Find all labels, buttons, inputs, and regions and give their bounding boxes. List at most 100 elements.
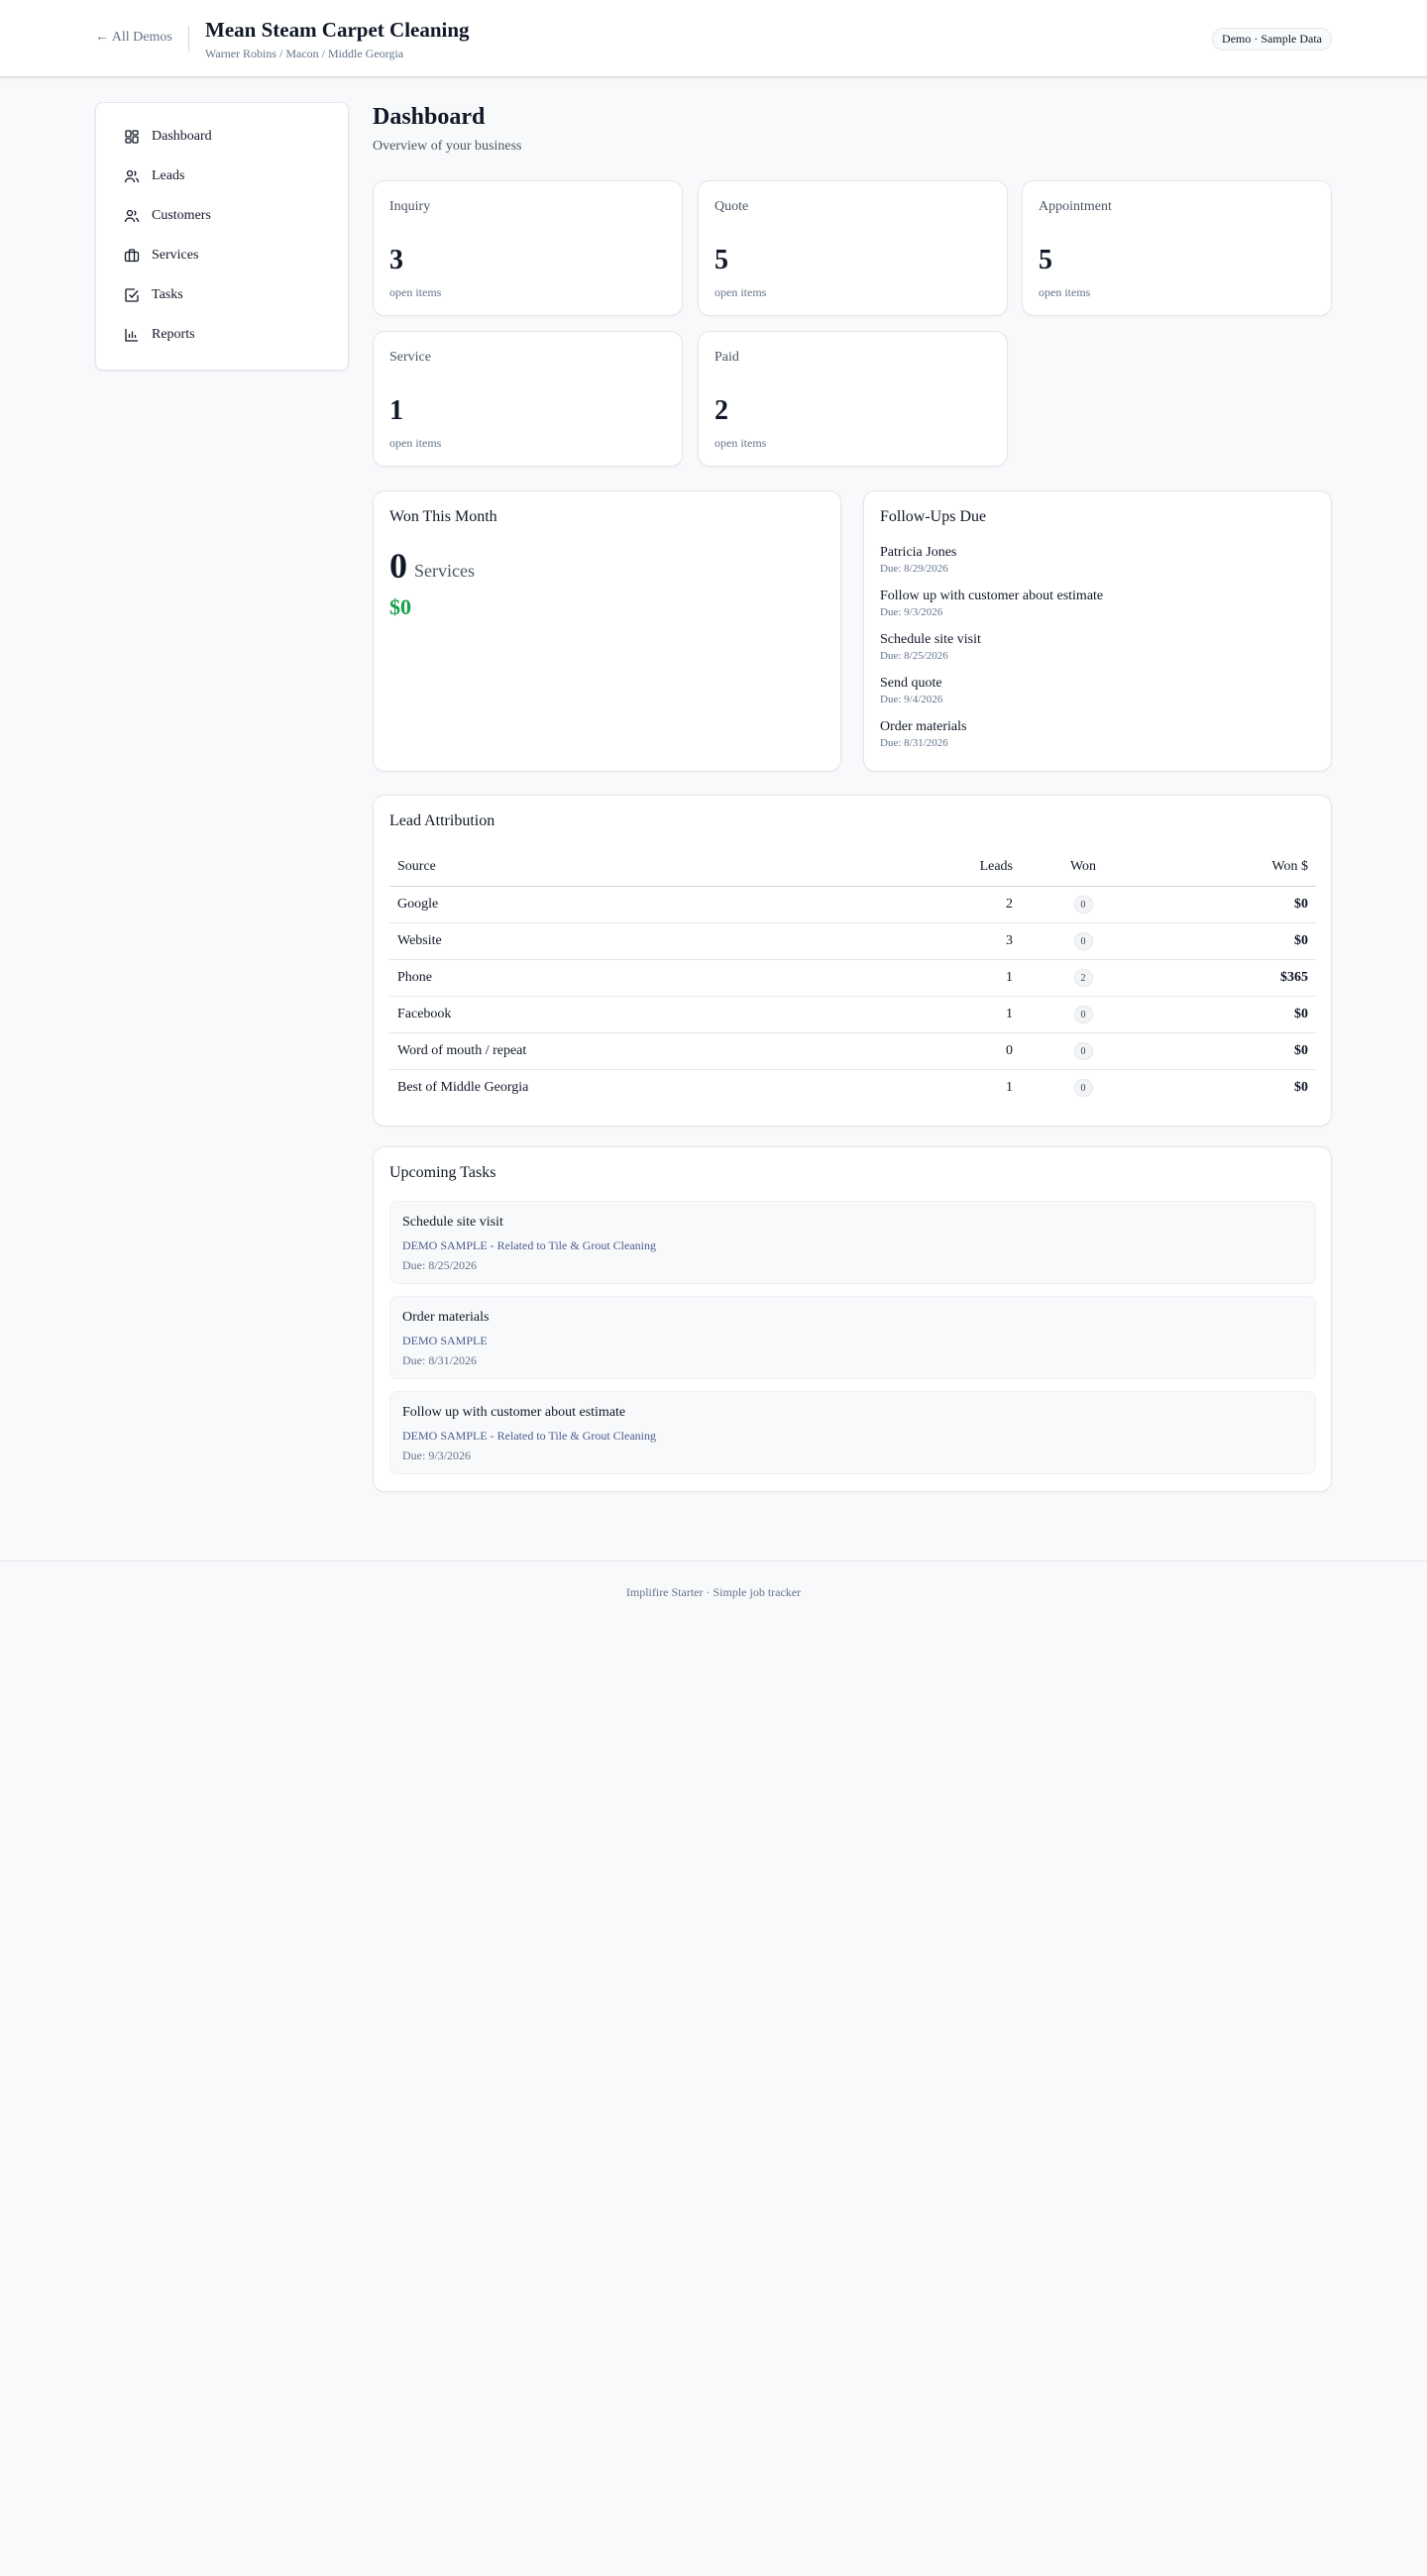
- won-unit: Services: [414, 561, 475, 581]
- follow-up-name: Order materials: [880, 719, 967, 734]
- source-cell: Best of Middle Georgia: [397, 1079, 529, 1095]
- stat-value: 2: [714, 395, 728, 426]
- stat-card-appointment[interactable]: Appointment 5 open items: [1022, 180, 1332, 316]
- sidebar-item-tasks[interactable]: Tasks: [96, 275, 348, 315]
- table-row: Phone 1 2 $365: [389, 959, 1316, 997]
- leads-cell: 1: [890, 959, 1019, 997]
- won-count: 0: [389, 546, 407, 586]
- stat-caption: open items: [1039, 285, 1091, 299]
- stat-value: 5: [714, 245, 728, 275]
- sidebar-item-customers[interactable]: Customers: [96, 196, 348, 236]
- task-related: DEMO SAMPLE - Related to Tile & Grout Cl…: [402, 1429, 656, 1443]
- top-bar: ← All Demos Mean Steam Carpet Cleaning W…: [0, 0, 1427, 77]
- leads-cell: 1: [1006, 1079, 1013, 1095]
- task-title: Schedule site visit: [402, 1215, 503, 1230]
- follow-up-due: Due: 8/31/2026: [880, 737, 948, 749]
- sidebar-item-label: Leads: [152, 168, 185, 183]
- won-count-badge: 0: [1073, 931, 1093, 950]
- follow-up-item[interactable]: Schedule site visit Due: 8/25/2026: [880, 632, 1103, 676]
- stat-label: Appointment: [1039, 199, 1112, 214]
- won-amount: $0: [389, 594, 411, 619]
- stat-card-quote[interactable]: Quote 5 open items: [698, 180, 1008, 316]
- leads-cell: 1: [890, 996, 1019, 1033]
- card-title: Lead Attribution: [389, 812, 495, 829]
- follow-up-due: Due: 8/25/2026: [880, 650, 948, 662]
- column-header-won-amount: Won $: [1148, 849, 1316, 887]
- follow-up-item[interactable]: Send quote Due: 9/4/2026: [880, 676, 1103, 719]
- source-cell: Website: [389, 922, 890, 960]
- won-amount-cell: $0: [1148, 922, 1316, 960]
- follow-ups-card: Follow-Ups Due Patricia Jones Due: 8/29/…: [863, 490, 1332, 772]
- lead-attribution-table: Source Leads Won Won $ Google 2 0 $0 Web…: [389, 849, 1316, 1106]
- source-cell: Phone: [389, 959, 890, 997]
- leads-cell: 0: [890, 1032, 1019, 1070]
- follow-up-item[interactable]: Follow up with customer about estimate D…: [880, 589, 1103, 632]
- won-count-badge: 0: [1073, 1005, 1093, 1023]
- column-header-source: Source: [389, 849, 890, 887]
- stat-label: Inquiry: [389, 199, 431, 214]
- all-demos-link[interactable]: ← All Demos: [95, 30, 172, 46]
- dashboard-icon: [125, 130, 139, 144]
- sidebar-item-label: Services: [152, 248, 199, 263]
- won-amount-cell: $0: [1294, 1079, 1308, 1095]
- won-count-badge: 0: [1073, 895, 1093, 913]
- follow-up-due: Due: 9/4/2026: [880, 694, 943, 705]
- sidebar-item-reports[interactable]: Reports: [96, 315, 348, 355]
- business-name: Mean Steam Carpet Cleaning: [205, 18, 470, 42]
- users-icon: [124, 209, 140, 223]
- source-cell: Word of mouth / repeat: [389, 1032, 890, 1070]
- stat-card-paid[interactable]: Paid 2 open items: [698, 331, 1008, 467]
- table-header-row: Source Leads Won Won $: [389, 849, 1316, 887]
- follow-up-name: Follow up with customer about estimate: [880, 589, 1104, 603]
- stat-value: 5: [1039, 245, 1052, 275]
- source-cell: Google: [389, 886, 890, 923]
- table-row: Facebook 1 0 $0: [389, 996, 1316, 1033]
- follow-up-due: Due: 8/29/2026: [880, 563, 948, 575]
- won-count-badge: 0: [1073, 1078, 1093, 1097]
- stat-caption: open items: [389, 436, 442, 450]
- business-location: Warner Robins / Macon / Middle Georgia: [205, 47, 404, 60]
- task-due: Due: 8/31/2026: [402, 1353, 477, 1367]
- task-title: Order materials: [402, 1310, 490, 1325]
- won-amount-cell: $0: [1148, 996, 1316, 1033]
- header-divider: [188, 26, 189, 52]
- stat-caption: open items: [714, 436, 767, 450]
- sidebar-item-label: Customers: [152, 208, 211, 223]
- won-amount-cell: $0: [1148, 1032, 1316, 1070]
- task-item[interactable]: Order materials DEMO SAMPLE Due: 8/31/20…: [389, 1296, 1316, 1379]
- sidebar-item-services[interactable]: Services: [96, 236, 348, 275]
- stat-caption: open items: [389, 285, 442, 299]
- upcoming-tasks-card: Upcoming Tasks Schedule site visit DEMO …: [373, 1146, 1332, 1492]
- footer-divider: [0, 1560, 1427, 1561]
- stat-caption: open items: [714, 285, 767, 299]
- task-item[interactable]: Schedule site visit DEMO SAMPLE - Relate…: [389, 1201, 1316, 1284]
- follow-up-list: Patricia Jones Due: 8/29/2026 Follow up …: [880, 545, 1103, 763]
- stat-card-inquiry[interactable]: Inquiry 3 open items: [373, 180, 683, 316]
- footer-text: Implifire Starter · Simple job tracker: [625, 1585, 802, 1599]
- follow-up-item[interactable]: Patricia Jones Due: 8/29/2026: [880, 545, 1103, 589]
- sidebar-item-leads[interactable]: Leads: [96, 157, 348, 196]
- card-title: Won This Month: [389, 508, 497, 525]
- stat-label: Paid: [714, 350, 739, 365]
- stat-card-service[interactable]: Service 1 open items: [373, 331, 683, 467]
- follow-up-due: Due: 9/3/2026: [880, 606, 943, 618]
- task-related: DEMO SAMPLE: [402, 1334, 488, 1347]
- task-due: Due: 9/3/2026: [402, 1449, 471, 1462]
- won-amount-cell: $365: [1148, 959, 1316, 997]
- task-item[interactable]: Follow up with customer about estimate D…: [389, 1391, 1316, 1474]
- check-square-icon: [125, 288, 139, 302]
- sidebar-item-dashboard[interactable]: Dashboard: [96, 117, 348, 157]
- leads-cell: 3: [890, 922, 1019, 960]
- sidebar-item-label: Tasks: [152, 287, 183, 302]
- lead-attribution-card: Lead Attribution Source Leads Won Won $ …: [373, 795, 1332, 1127]
- table-row: Google 2 0 $0: [389, 886, 1316, 923]
- source-cell: Facebook: [389, 996, 890, 1033]
- page-title: Dashboard: [373, 104, 486, 130]
- card-title: Upcoming Tasks: [389, 1164, 496, 1181]
- stat-label: Service: [389, 350, 431, 365]
- column-header-won: Won: [1019, 849, 1148, 887]
- demo-badge: Demo · Sample Data: [1212, 28, 1332, 51]
- task-related: DEMO SAMPLE - Related to Tile & Grout Cl…: [402, 1238, 656, 1252]
- follow-up-name: Schedule site visit: [880, 632, 981, 647]
- follow-up-item[interactable]: Order materials Due: 8/31/2026: [880, 719, 1103, 763]
